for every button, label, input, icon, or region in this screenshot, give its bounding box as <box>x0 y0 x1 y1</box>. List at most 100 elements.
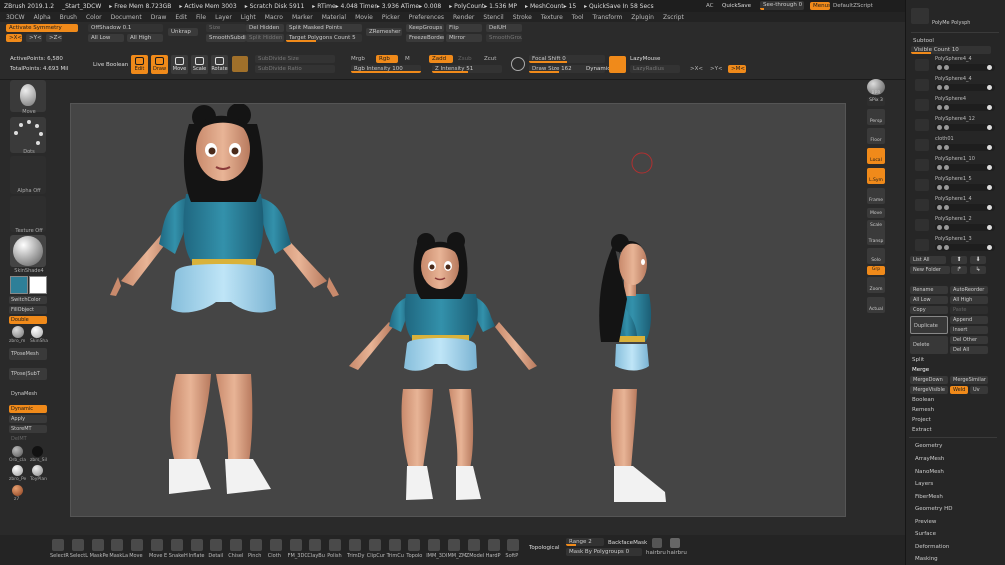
range-slider[interactable]: Range 2 <box>566 538 604 546</box>
menu-alpha[interactable]: Alpha <box>34 14 51 21</box>
menu-color[interactable]: Color <box>86 14 102 21</box>
subtool-row[interactable]: PolySphere4_12 <box>913 116 995 134</box>
menu-light[interactable]: Light <box>241 14 256 21</box>
tposemesh-button[interactable]: TPoseMesh <box>9 348 47 360</box>
brush-slot[interactable] <box>10 80 46 112</box>
menus-button[interactable]: Menus <box>810 2 830 10</box>
default-zscript-button[interactable]: DefaultZScript <box>833 3 873 9</box>
geometry-hd-section[interactable]: Geometry HD <box>915 506 953 512</box>
edit-button[interactable]: Edit <box>131 55 148 74</box>
brush-14-icon[interactable] <box>329 539 342 551</box>
z7-icon[interactable] <box>12 485 23 496</box>
subtool-row[interactable]: PolySphere4_4 <box>913 76 995 94</box>
brush-9-icon[interactable] <box>230 539 243 551</box>
menu-layer[interactable]: Layer <box>215 14 232 21</box>
sym-y-button[interactable]: >Y< <box>26 34 42 42</box>
menu-picker[interactable]: Picker <box>382 14 400 21</box>
main-color-swatch[interactable] <box>10 276 28 294</box>
smoothgroups-slider[interactable]: SmoothGroups <box>486 34 522 42</box>
menu-movie[interactable]: Movie <box>355 14 373 21</box>
boolean-section[interactable]: Boolean <box>912 397 934 403</box>
local-button[interactable]: Local <box>867 148 885 164</box>
brush-11-icon[interactable] <box>269 539 282 551</box>
list-all-button[interactable]: List All <box>910 256 946 264</box>
subdivide-ratio-slider[interactable]: SubDivide Ratio <box>255 65 335 73</box>
remesh-section[interactable]: Remesh <box>912 407 934 413</box>
pos-y-button[interactable]: >Y< <box>710 66 723 72</box>
smoothsubdiv-button[interactable]: SmoothSubdiv <box>206 34 246 42</box>
masking-section[interactable]: Masking <box>915 556 938 562</box>
geometry-section[interactable]: Geometry <box>915 443 942 449</box>
flip-button[interactable]: Flip <box>446 24 482 32</box>
unkrap-button[interactable]: Unkrap <box>168 28 198 36</box>
z-intensity-slider[interactable]: Z Intensity 51 <box>432 65 502 73</box>
brush-13-icon[interactable] <box>309 539 322 551</box>
subtool-controls[interactable] <box>935 84 995 91</box>
tposesubt-button[interactable]: TPose|SubT <box>9 368 47 380</box>
menu-zscript[interactable]: Zscript <box>663 14 684 21</box>
menu-draw[interactable]: Draw <box>151 14 167 21</box>
size-slider[interactable]: Size <box>206 24 246 32</box>
material-slot[interactable] <box>10 235 46 267</box>
split-section[interactable]: Split <box>912 357 924 363</box>
weld-button[interactable]: Weld <box>950 386 968 394</box>
menu-tool[interactable]: Tool <box>572 14 584 21</box>
paste-button[interactable]: Paste <box>950 306 988 314</box>
brush-7-icon[interactable] <box>190 539 203 551</box>
del-hidden-button[interactable]: Del Hidden <box>246 24 284 32</box>
subtool-controls[interactable] <box>935 184 995 191</box>
pos-m-button[interactable]: >M< <box>728 65 746 73</box>
rotate-button[interactable]: Rotate <box>211 55 228 74</box>
subtool-controls[interactable] <box>935 244 995 251</box>
zadd-button[interactable]: Zadd <box>429 55 453 63</box>
uv-button[interactable]: Uv <box>970 386 988 394</box>
mergesimilar-button[interactable]: MergeSimilar <box>950 376 988 384</box>
menu-material[interactable]: Material <box>322 14 346 21</box>
menu-file[interactable]: File <box>196 14 206 21</box>
autoreorder-button[interactable]: AutoReorder <box>950 286 988 294</box>
hairbrush-icon[interactable] <box>652 538 662 548</box>
subtool-controls[interactable] <box>935 124 995 131</box>
zbrs-icon[interactable] <box>32 446 43 457</box>
menu-preferences[interactable]: Preferences <box>409 14 444 21</box>
project-section[interactable]: Project <box>912 417 931 423</box>
zremesher-button[interactable]: ZRemesher <box>366 28 402 36</box>
menu-macro[interactable]: Macro <box>265 14 283 21</box>
activate-symmetry-button[interactable]: Activate Symmetry <box>6 24 78 32</box>
brush-17-icon[interactable] <box>388 539 401 551</box>
gizmo-icon[interactable] <box>232 56 248 72</box>
move-up-icon[interactable]: ↱ <box>951 266 967 274</box>
subtool-all-low-button[interactable]: All Low <box>910 296 948 304</box>
mergevisible-button[interactable]: MergeVisible <box>910 386 948 394</box>
mirror-button[interactable]: Mirror <box>446 34 482 42</box>
dynamic-button[interactable]: Dynamic <box>586 66 610 72</box>
merge-section[interactable]: Merge <box>912 367 929 373</box>
mask-by-polygroups-slider[interactable]: Mask By Polygroups 0 <box>566 548 642 556</box>
move-view-button[interactable]: Move <box>867 208 885 218</box>
arraymesh-section[interactable]: ArrayMesh <box>915 456 944 462</box>
keepgroups-button[interactable]: KeepGroups <box>406 24 444 32</box>
deluh-button[interactable]: DelUH <box>486 24 522 32</box>
menu-3dcw[interactable]: 3DCW <box>6 14 25 21</box>
new-folder-button[interactable]: New Folder <box>910 266 950 274</box>
brush-4-icon[interactable] <box>131 539 144 551</box>
deformation-section[interactable]: Deformation <box>915 544 949 550</box>
brush-12-icon[interactable] <box>289 539 302 551</box>
lazymouse-icon[interactable] <box>609 56 626 73</box>
zbro-pe-icon[interactable] <box>12 465 23 476</box>
apply-button[interactable]: Apply <box>9 415 47 423</box>
move-button[interactable]: Move <box>171 55 188 74</box>
grp-button[interactable]: Grp <box>867 266 885 275</box>
del-other-button[interactable]: Del Other <box>950 336 988 344</box>
brush-8-icon[interactable] <box>210 539 223 551</box>
brush-2-icon[interactable] <box>91 539 104 551</box>
lazyradius-slider[interactable]: LazyRadius <box>630 65 680 73</box>
draw-button[interactable]: Draw <box>151 55 168 74</box>
spotlight-icon[interactable] <box>511 57 525 71</box>
mergedown-button[interactable]: MergeDown <box>910 376 948 384</box>
focal-shift-slider[interactable]: Focal Shift 0 <box>529 55 605 63</box>
seethrough-slider[interactable]: See-through 0 <box>760 1 804 10</box>
brush-10-icon[interactable] <box>250 539 262 551</box>
frame-button[interactable]: Frame <box>867 188 885 204</box>
menu-brush[interactable]: Brush <box>60 14 77 21</box>
